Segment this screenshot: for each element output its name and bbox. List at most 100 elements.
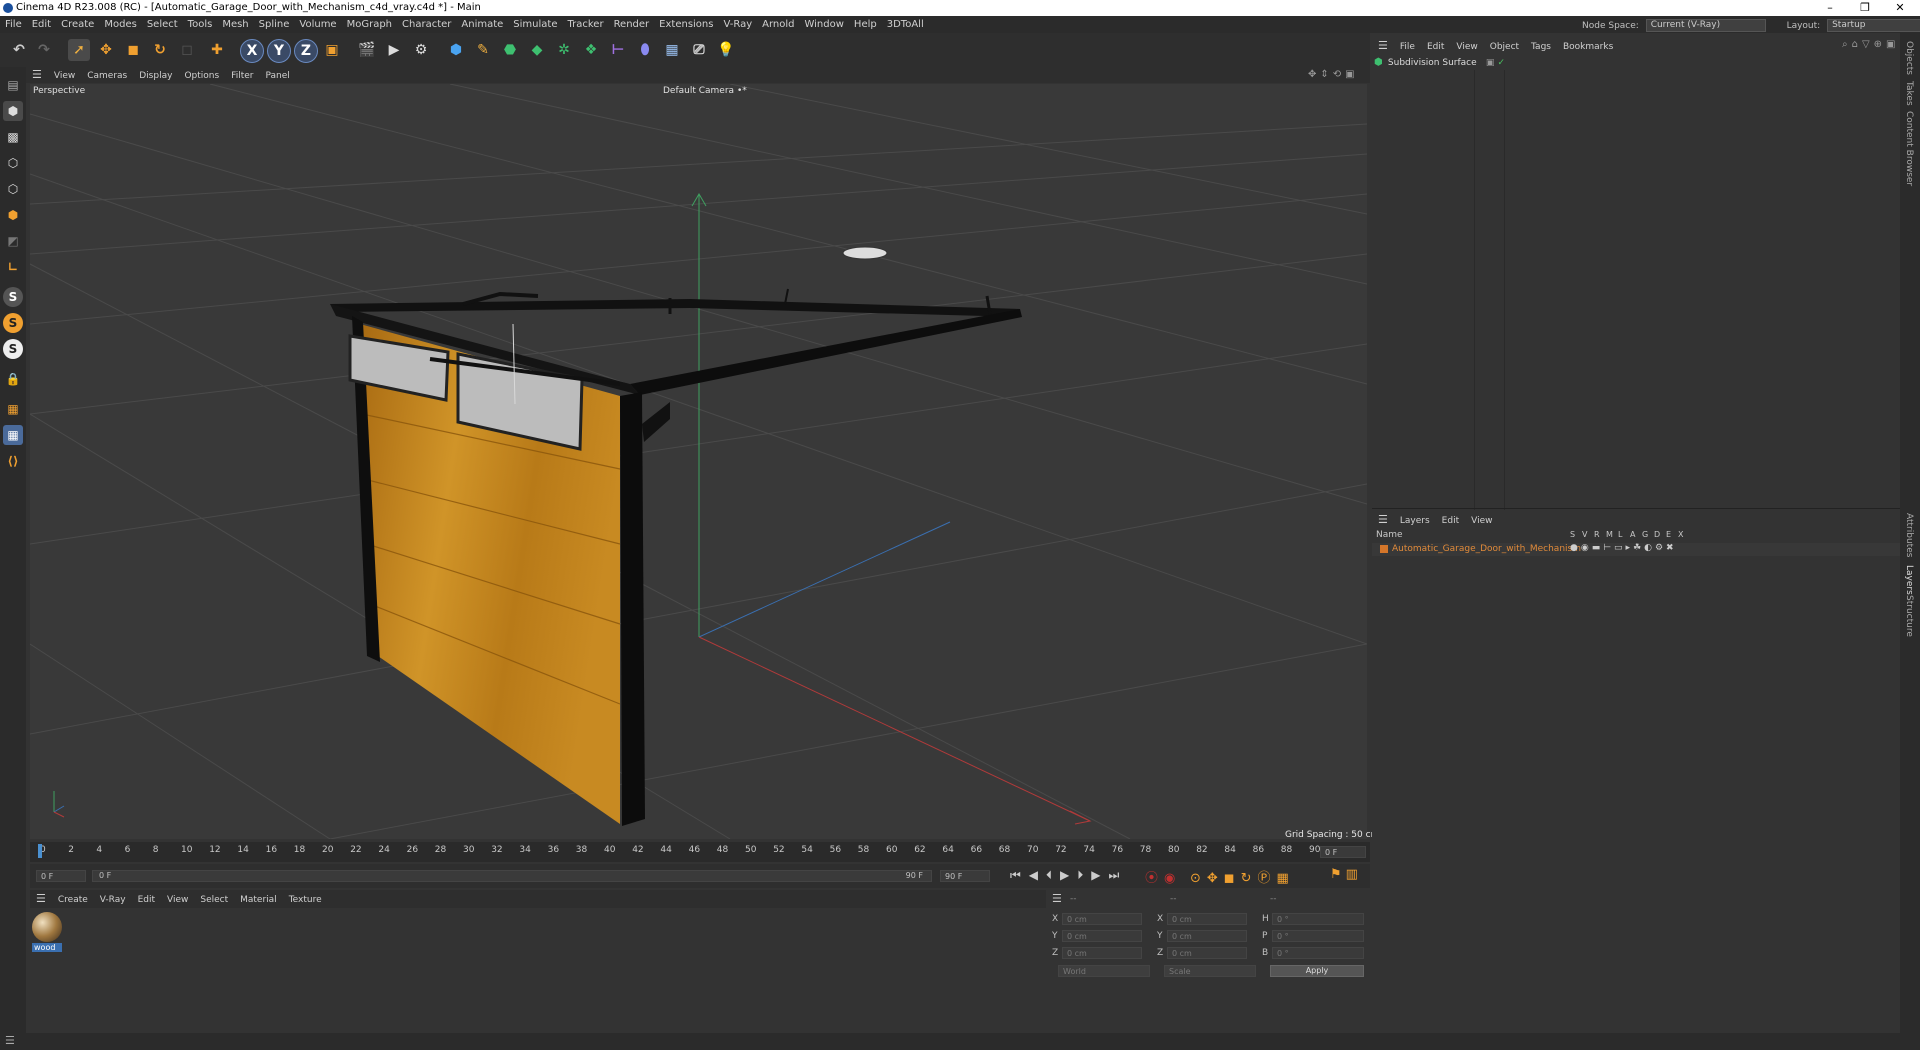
material-menu-create[interactable]: Create <box>52 891 94 909</box>
viewport-menu-view[interactable]: View <box>48 68 81 84</box>
menu-3dtoall[interactable]: 3DToAll <box>882 16 929 33</box>
objects-menu-edit[interactable]: Edit <box>1421 39 1450 55</box>
render-settings-icon[interactable]: ⚙ <box>410 39 432 61</box>
material-menu-select[interactable]: Select <box>194 891 234 909</box>
rot-p-field[interactable]: 0 ° <box>1272 930 1364 942</box>
extrude-icon[interactable]: ◆ <box>526 39 548 61</box>
layer-flag-icons[interactable]: ●◉▬⊢▭▸☘◐⚙✖ <box>1570 543 1677 553</box>
material-menu-view[interactable]: View <box>161 891 194 909</box>
pos-y-field[interactable]: 0 cm <box>1062 930 1142 942</box>
layout-dropdown[interactable]: Startup <box>1827 19 1920 32</box>
menu-window[interactable]: Window <box>799 16 848 33</box>
field-icon[interactable]: ⬮ <box>634 39 656 61</box>
objects-menu-tags[interactable]: Tags <box>1525 39 1557 55</box>
material-menu-vray[interactable]: V-Ray <box>94 891 132 909</box>
render-view-icon[interactable]: ▶ <box>383 39 405 61</box>
size-y-field[interactable]: 0 cm <box>1167 930 1247 942</box>
objects-menu-object[interactable]: Object <box>1484 39 1525 55</box>
axis-y-toggle[interactable]: Y <box>267 39 291 63</box>
lock-icon[interactable]: 🔒 <box>3 369 23 389</box>
material-menu-texture[interactable]: Texture <box>283 891 328 909</box>
render-region-icon[interactable]: 🎬 <box>356 39 378 61</box>
viewport-menu-filter[interactable]: Filter <box>225 68 259 84</box>
coordinate-system-icon[interactable]: ▣ <box>321 39 343 61</box>
menu-modes[interactable]: Modes <box>99 16 141 33</box>
side-tab-content-browser[interactable]: Content Browser <box>1904 111 1914 186</box>
end-frame-field[interactable]: 90 F <box>940 870 990 882</box>
record-icon[interactable]: ⦿◉ <box>1145 867 1181 886</box>
layer-row[interactable]: Automatic_Garage_Door_with_Mechanism ●◉▬… <box>1372 543 1900 556</box>
coord-mode-select[interactable]: Scale <box>1164 965 1256 977</box>
workplane-icon[interactable]: ▦ <box>3 399 23 419</box>
playhead[interactable] <box>38 844 42 858</box>
side-tab-objects[interactable]: Objects <box>1904 41 1914 75</box>
start-frame-field[interactable]: 0 F <box>36 870 86 882</box>
menu-character[interactable]: Character <box>397 16 456 33</box>
edges-mode-icon[interactable]: ⬡ <box>3 179 23 199</box>
object-row[interactable]: ⬢ Subdivision Surface ▣ ✓ <box>1374 57 1524 71</box>
node-space-dropdown[interactable]: Current (V-Ray) <box>1645 19 1766 32</box>
cloner-icon[interactable]: ✲ <box>553 39 575 61</box>
layer-color-swatch[interactable] <box>1380 545 1388 553</box>
frame-range-slider[interactable]: 0 F 90 F <box>92 870 932 882</box>
viewport-menu-options[interactable]: Options <box>178 68 225 84</box>
menu-edit[interactable]: Edit <box>27 16 56 33</box>
material-menu-material[interactable]: Material <box>234 891 283 909</box>
deformer-icon[interactable]: ⊢ <box>607 39 629 61</box>
close-button[interactable]: ✕ <box>1885 1 1915 14</box>
size-x-field[interactable]: 0 cm <box>1167 913 1247 925</box>
side-tab-takes[interactable]: Takes <box>1904 81 1914 106</box>
timeline-ruler[interactable]: 0 2 4 6 8 10 12 14 16 18 20 22 24 26 28 30 32 34 36 38 40 42 4… <box>30 842 1370 862</box>
texture-mode-icon[interactable]: ▩ <box>3 127 23 147</box>
snap-icon[interactable]: S <box>3 287 23 307</box>
menu-tools[interactable]: Tools <box>183 16 218 33</box>
quantize-icon[interactable]: ⟨⟩ <box>3 451 23 471</box>
size-z-field[interactable]: 0 cm <box>1167 947 1247 959</box>
3d-viewport[interactable] <box>30 84 1367 839</box>
viewport-hamburger-icon[interactable]: ☰ <box>26 67 48 83</box>
current-frame-field[interactable]: 0 F <box>1320 846 1366 858</box>
camera-icon[interactable]: ⎚ <box>688 39 710 61</box>
apply-button[interactable]: Apply <box>1270 965 1364 977</box>
uv-mode-icon[interactable]: ◩ <box>3 231 23 251</box>
material-hamburger-icon[interactable]: ☰ <box>30 890 52 908</box>
grid-icon[interactable]: ▦ <box>3 425 23 445</box>
rot-b-field[interactable]: 0 ° <box>1272 947 1364 959</box>
menu-simulate[interactable]: Simulate <box>508 16 562 33</box>
menu-select[interactable]: Select <box>142 16 183 33</box>
workplane-snap-icon[interactable]: S <box>3 339 23 359</box>
menu-arnold[interactable]: Arnold <box>757 16 799 33</box>
object-enabled-check-icon[interactable]: ✓ <box>1498 58 1506 68</box>
layers-menu-view[interactable]: View <box>1465 513 1498 529</box>
pen-icon[interactable]: ✎ <box>472 39 494 61</box>
side-tab-layers[interactable]: Layers <box>1904 565 1914 595</box>
redo-icon[interactable]: ↷ <box>33 39 55 61</box>
axis-z-toggle[interactable]: Z <box>294 39 318 63</box>
rotate-icon[interactable]: ↻ <box>149 39 171 61</box>
coord-space-select[interactable]: World <box>1058 965 1150 977</box>
status-menu-icon[interactable]: ☰ <box>5 1034 15 1047</box>
coords-hamburger-icon[interactable]: ☰ <box>1052 892 1062 905</box>
make-editable-icon[interactable]: ▤ <box>3 75 23 95</box>
side-tab-structure[interactable]: Structure <box>1904 595 1914 637</box>
layers-hamburger-icon[interactable]: ☰ <box>1372 512 1394 528</box>
object-visibility-icon[interactable]: ▣ <box>1486 58 1495 68</box>
playback-controls-icon[interactable]: ⏮◀⏴▶⏵▶⏭ <box>1010 868 1127 883</box>
floor-icon[interactable]: ▦ <box>661 39 683 61</box>
objects-menu-bookmarks[interactable]: Bookmarks <box>1557 39 1619 55</box>
menu-extensions[interactable]: Extensions <box>654 16 718 33</box>
menu-tracker[interactable]: Tracker <box>562 16 608 33</box>
last-tool-icon[interactable]: ◻ <box>176 39 198 61</box>
snap-settings-icon[interactable]: S <box>3 313 23 333</box>
create-object-icon[interactable]: ✚ <box>206 39 228 61</box>
axis-mode-icon[interactable]: ∟ <box>3 257 23 277</box>
menu-animate[interactable]: Animate <box>456 16 508 33</box>
menu-create[interactable]: Create <box>56 16 99 33</box>
pos-x-field[interactable]: 0 cm <box>1062 913 1142 925</box>
layers-menu-layers[interactable]: Layers <box>1394 513 1436 529</box>
move-icon[interactable]: ✥ <box>95 39 117 61</box>
layers-menu-edit[interactable]: Edit <box>1436 513 1465 529</box>
objects-menu-view[interactable]: View <box>1450 39 1483 55</box>
menu-mesh[interactable]: Mesh <box>217 16 253 33</box>
minimize-button[interactable]: – <box>1815 1 1845 14</box>
